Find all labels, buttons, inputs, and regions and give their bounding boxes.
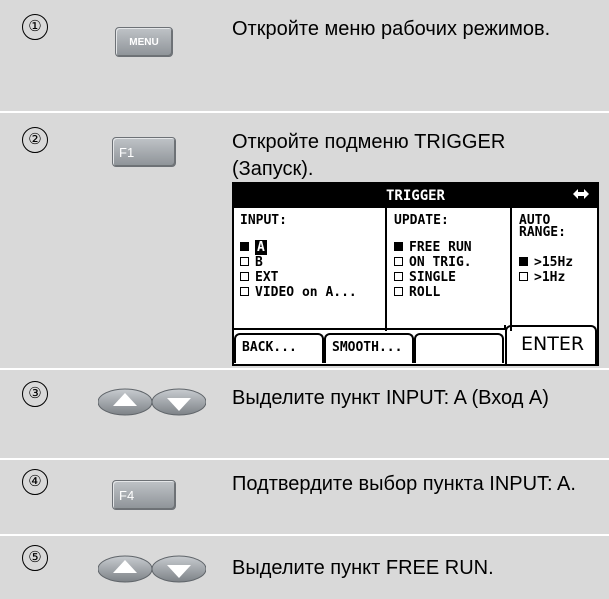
step-instruction: Откройте меню рабочих режимов. xyxy=(232,18,551,40)
input-option-a[interactable]: A xyxy=(240,240,267,255)
update-option-on-trig[interactable]: ON TRIG. xyxy=(394,256,472,270)
input-option-video[interactable]: VIDEO on A... xyxy=(240,286,357,300)
f4-key-button[interactable]: F4 xyxy=(112,480,176,510)
checkbox-filled-icon xyxy=(519,257,528,266)
up-down-arrow-keys[interactable] xyxy=(98,387,206,417)
step-row-4: ④ F4 Подтвердите выбор пункта INPUT: A. xyxy=(0,460,609,534)
checkbox-empty-icon xyxy=(519,272,528,281)
trigger-menu-title: TRIGGER xyxy=(385,188,445,204)
step-row-3: ③ Выделите пункт INPUT: A (Вход A) xyxy=(0,370,609,458)
checkbox-empty-icon xyxy=(240,272,249,281)
step-number: ④ xyxy=(22,469,48,495)
input-option-b[interactable]: B xyxy=(240,256,263,270)
step-instruction: Выделите пункт INPUT: A (Вход A) xyxy=(232,387,549,409)
down-arrow-key-icon xyxy=(151,555,206,583)
checkbox-empty-icon xyxy=(394,272,403,281)
checkbox-filled-icon xyxy=(394,242,403,251)
up-arrow-key-icon xyxy=(98,555,153,583)
step-number: ② xyxy=(22,127,48,153)
checkbox-empty-icon xyxy=(394,257,403,266)
softkey-empty[interactable] xyxy=(414,333,504,363)
softkey-enter[interactable]: ENTER xyxy=(505,325,597,364)
checkbox-filled-icon xyxy=(240,242,249,251)
update-heading: UPDATE: xyxy=(394,213,449,228)
checkbox-empty-icon xyxy=(394,287,403,296)
up-down-arrow-keys[interactable] xyxy=(98,554,206,584)
step-row-1: ① MENU Откройте меню рабочих режимов. xyxy=(0,0,609,111)
input-option-ext[interactable]: EXT xyxy=(240,271,278,285)
autorange-option-1hz[interactable]: >1Hz xyxy=(519,271,565,285)
step-row-5: ⑤ Выделите пункт FREE RUN. xyxy=(0,536,609,599)
update-option-roll[interactable]: ROLL xyxy=(394,286,440,300)
input-heading: INPUT: xyxy=(240,213,287,228)
step-instruction: Выделите пункт FREE RUN. xyxy=(232,557,494,579)
step-number: ③ xyxy=(22,381,48,407)
up-arrow-key-icon xyxy=(98,388,153,416)
softkey-smooth[interactable]: SMOOTH... xyxy=(324,333,414,363)
softkey-back[interactable]: BACK... xyxy=(234,333,324,363)
update-option-free-run[interactable]: FREE RUN xyxy=(394,241,472,255)
menu-key-button[interactable]: MENU xyxy=(115,27,173,57)
navigation-icon xyxy=(573,184,589,208)
f1-key-button[interactable]: F1 xyxy=(112,137,176,167)
step-instruction: Откройте подменю TRIGGER (Запуск). xyxy=(232,131,506,180)
autorange-heading-line2: RANGE: xyxy=(519,225,566,240)
trigger-menu-screen: TRIGGER INPUT: A B EXT VIDEO on A... UPD… xyxy=(232,182,599,366)
update-option-single[interactable]: SINGLE xyxy=(394,271,456,285)
autorange-option-15hz[interactable]: >15Hz xyxy=(519,256,573,270)
step-number: ① xyxy=(22,14,48,40)
step-instruction: Подтвердите выбор пункта INPUT: A. xyxy=(232,473,576,495)
instruction-table: ① MENU Откройте меню рабочих режимов. ② … xyxy=(0,0,609,599)
softkey-bar: BACK... SMOOTH... ENTER xyxy=(234,325,597,364)
down-arrow-key-icon xyxy=(151,388,206,416)
trigger-menu-title-bar: TRIGGER xyxy=(234,184,597,208)
checkbox-empty-icon xyxy=(240,257,249,266)
step-number: ⑤ xyxy=(22,545,48,571)
checkbox-empty-icon xyxy=(240,287,249,296)
